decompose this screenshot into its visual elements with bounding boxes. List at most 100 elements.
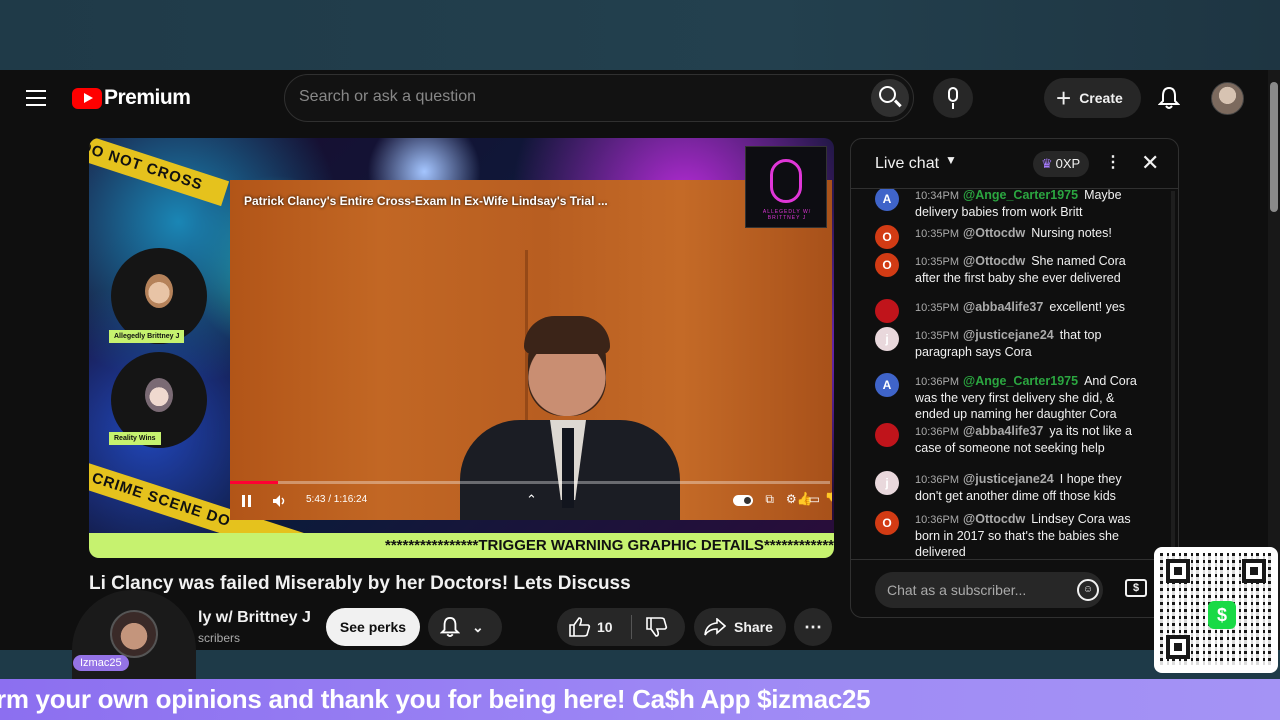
logo-text: Premium [104, 86, 191, 109]
cashapp-qr-code: $ [1154, 547, 1278, 673]
close-icon[interactable]: ✕ [1141, 150, 1159, 176]
youtube-logo-icon [72, 87, 102, 109]
xp-badge[interactable]: ♛ 0XP [1033, 151, 1089, 177]
progress-played [230, 481, 278, 484]
account-avatar[interactable] [1211, 82, 1244, 115]
chat-message[interactable]: j 10:36PM @justicejane24 I hope they don't … [875, 471, 1165, 504]
chat-author-avatar[interactable]: j [875, 471, 899, 495]
embedded-controls: 5:43 / 1:16:24 ⌃ ⧉ ⚙ ▭ [230, 488, 830, 516]
pause-icon[interactable] [242, 494, 254, 508]
live-chat-title[interactable]: Live chat [875, 155, 939, 173]
notification-settings-button[interactable]: ⌄ [428, 608, 502, 646]
chat-message[interactable]: O 10:36PM @Ottocdw Lindsey Cora was born in… [875, 511, 1165, 559]
chat-author[interactable]: @abba4life37 [963, 300, 1043, 314]
search-bar [284, 74, 914, 122]
chat-author[interactable]: @abba4life37 [963, 424, 1043, 438]
create-button[interactable]: + Create [1044, 78, 1141, 118]
share-icon [704, 618, 726, 636]
chat-author-avatar[interactable]: A [875, 189, 899, 211]
cashapp-logo-icon: $ [1208, 601, 1236, 629]
chat-author-avatar[interactable]: j [875, 327, 899, 351]
see-perks-button[interactable]: See perks [326, 608, 420, 646]
embedded-progress-bar[interactable] [230, 481, 830, 484]
chevron-down-icon[interactable]: ▼ [945, 153, 957, 167]
scrolling-ticker: rm your own opinions and thank you for b… [0, 679, 1280, 720]
dislike-icon[interactable] [645, 617, 668, 637]
chevron-down-icon: ⌄ [472, 618, 484, 635]
create-label: Create [1079, 90, 1123, 106]
guest-camera-1-label: Allegedly Brittney J [109, 330, 185, 343]
embedded-video[interactable]: Patrick Clancy's Entire Cross-Exam In Ex… [230, 180, 832, 520]
chat-timestamp: 10:36PM [915, 426, 960, 438]
chat-messages[interactable]: A 10:34PM @Ange_Carter1975 Maybe delivery b… [851, 189, 1178, 559]
embedded-video-title: Patrick Clancy's Entire Cross-Exam In Ex… [244, 194, 608, 208]
chat-timestamp: 10:35PM [915, 256, 960, 268]
captions-icon[interactable]: ⧉ [765, 492, 774, 507]
chat-timestamp: 10:34PM [915, 190, 960, 202]
search-input[interactable] [299, 88, 819, 106]
chat-message[interactable]: A 10:34PM @Ange_Carter1975 Maybe delivery b… [875, 189, 1165, 220]
notifications-bell-icon[interactable] [1158, 86, 1180, 110]
live-chat-panel: Live chat ▼ ♛ 0XP ⋮ ✕ A 10:34PM @Ange_Carte… [850, 138, 1179, 618]
emoji-icon[interactable]: ☺ [1077, 579, 1099, 601]
chat-author-avatar[interactable]: O [875, 253, 899, 277]
chat-author-avatar[interactable]: O [875, 225, 899, 249]
like-icon[interactable] [569, 617, 591, 637]
chat-text: excellent! yes [1049, 300, 1126, 314]
chat-author-avatar[interactable]: A [875, 373, 899, 397]
chat-author[interactable]: @Ange_Carter1975 [963, 374, 1078, 388]
share-label: Share [734, 619, 773, 635]
crown-icon: ♛ [1041, 156, 1053, 171]
chat-author[interactable]: @Ottocdw [963, 512, 1025, 526]
cast-icon[interactable]: ▭ [809, 492, 820, 507]
podcast-logo-label: ALLEGEDLY W/ BRITTNEY J [762, 209, 812, 221]
guest-camera-2-label: Reality Wins [109, 432, 161, 445]
plus-icon: + [1056, 83, 1072, 113]
chat-timestamp: 10:35PM [915, 228, 960, 240]
volume-icon[interactable] [272, 493, 288, 509]
chat-author-avatar[interactable] [875, 423, 899, 447]
video-player[interactable]: DO NOT CROSS CRIME SCENE DO Allegedly Br… [89, 138, 834, 558]
chat-message[interactable]: 10:35PM @abba4life37 excellent! yes [875, 299, 1165, 323]
youtube-premium-logo[interactable]: Premium [72, 86, 191, 110]
chat-author-avatar[interactable]: O [875, 511, 899, 535]
video-title: Li Clancy was failed Miserably by her Do… [89, 573, 631, 594]
microphone-logo-icon [770, 159, 802, 203]
chat-author[interactable]: @Ange_Carter1975 [963, 189, 1078, 202]
time-display: 5:43 / 1:16:24 [306, 494, 368, 505]
embedded-right-controls: ⧉ ⚙ ▭ [733, 492, 820, 507]
chat-input[interactable] [875, 572, 1103, 608]
chat-message[interactable]: O 10:35PM @Ottocdw Nursing notes! [875, 225, 1165, 249]
autoplay-toggle[interactable] [733, 495, 754, 506]
chat-author[interactable]: @Ottocdw [963, 254, 1025, 268]
more-vert-icon[interactable]: ⋮ [1105, 152, 1121, 172]
live-chat-header: Live chat ▼ ♛ 0XP ⋮ ✕ [851, 139, 1178, 189]
settings-gear-icon[interactable]: ⚙ [786, 492, 797, 507]
chat-message[interactable]: 10:36PM @abba4life37 ya its not like a cas… [875, 423, 1165, 456]
voice-search-button[interactable] [933, 78, 973, 118]
super-chat-icon[interactable]: $ [1125, 579, 1147, 597]
chat-timestamp: 10:35PM [915, 330, 960, 342]
chat-author[interactable]: @justicejane24 [963, 472, 1054, 486]
chat-scrollbar[interactable] [1171, 191, 1175, 551]
chat-author-avatar[interactable] [875, 299, 899, 323]
streamer-name-tag: Izmac25 [73, 655, 129, 671]
page-scrollbar-thumb[interactable] [1270, 82, 1278, 212]
chat-message[interactable]: j 10:35PM @justicejane24 that top paragraph… [875, 327, 1165, 360]
trigger-warning-banner: ****************TRIGGER WARNING GRAPHIC … [89, 533, 834, 558]
chat-text: Nursing notes! [1031, 226, 1112, 240]
chevron-up-icon[interactable]: ⌃ [526, 492, 537, 508]
chat-author[interactable]: @Ottocdw [963, 226, 1025, 240]
channel-name[interactable]: ly w/ Brittney J [198, 609, 311, 627]
like-count[interactable]: 10 [597, 619, 613, 635]
search-button[interactable] [871, 79, 909, 117]
like-dislike-group: 10 [557, 608, 685, 646]
chat-message[interactable]: A 10:36PM @Ange_Carter1975 And Cora was the… [875, 373, 1165, 422]
menu-icon[interactable] [26, 90, 46, 106]
more-actions-button[interactable]: ⋯ [794, 608, 832, 646]
chat-message[interactable]: O 10:35PM @Ottocdw She named Cora after the… [875, 253, 1165, 286]
chat-author[interactable]: @justicejane24 [963, 328, 1054, 342]
stream-top-band [0, 0, 1280, 70]
share-button[interactable]: Share [694, 608, 786, 646]
podcast-logo: ALLEGEDLY W/ BRITTNEY J [745, 146, 827, 228]
